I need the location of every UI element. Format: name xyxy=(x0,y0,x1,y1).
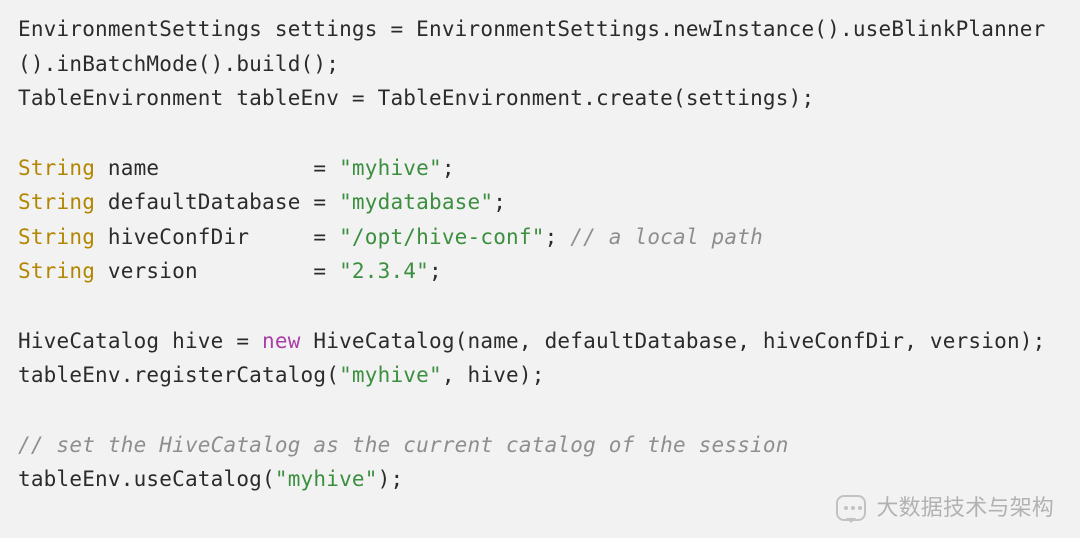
code-block: EnvironmentSettings settings = Environme… xyxy=(18,12,1062,497)
string-literal: "myhive" xyxy=(275,467,378,491)
keyword-type: String xyxy=(18,259,95,283)
type-token: EnvironmentSettings xyxy=(18,17,262,41)
watermark-text: 大数据技术与架构 xyxy=(876,490,1054,526)
code-text: version = xyxy=(95,259,339,283)
string-literal: "myhive" xyxy=(339,156,442,180)
type-token: TableEnvironment xyxy=(18,86,224,110)
code-text: name = xyxy=(95,156,339,180)
string-literal: "/opt/hive-conf" xyxy=(339,225,545,249)
code-text: ); xyxy=(378,467,404,491)
code-text: ; xyxy=(442,156,455,180)
code-text: tableEnv.registerCatalog( xyxy=(18,363,339,387)
keyword-type: String xyxy=(18,156,95,180)
code-text: defaultDatabase = xyxy=(95,190,339,214)
type-token: HiveCatalog xyxy=(18,329,159,353)
code-text: ; xyxy=(545,225,571,249)
code-text: .create(settings); xyxy=(583,86,814,110)
keyword-type: String xyxy=(18,190,95,214)
code-text: ; xyxy=(429,259,442,283)
code-text: hive = xyxy=(159,329,262,353)
keyword: new xyxy=(262,329,301,353)
code-text: (name, defaultDatabase, hiveConfDir, ver… xyxy=(455,329,1046,353)
code-text: ; xyxy=(493,190,506,214)
string-literal: "mydatabase" xyxy=(339,190,493,214)
comment: // a local path xyxy=(570,225,763,249)
type-token: HiveCatalog xyxy=(301,329,455,353)
comment: // set the HiveCatalog as the current ca… xyxy=(18,433,789,457)
code-text: tableEnv.useCatalog( xyxy=(18,467,275,491)
code-text: tableEnv = xyxy=(224,86,378,110)
code-text: settings = xyxy=(262,17,416,41)
string-literal: "2.3.4" xyxy=(339,259,429,283)
code-text: hiveConfDir = xyxy=(95,225,339,249)
code-text: , hive); xyxy=(442,363,545,387)
type-token: TableEnvironment xyxy=(378,86,584,110)
keyword-type: String xyxy=(18,225,95,249)
type-token: EnvironmentSettings xyxy=(416,17,660,41)
string-literal: "myhive" xyxy=(339,363,442,387)
chat-bubble-icon xyxy=(836,495,866,521)
watermark: 大数据技术与架构 xyxy=(836,490,1054,526)
